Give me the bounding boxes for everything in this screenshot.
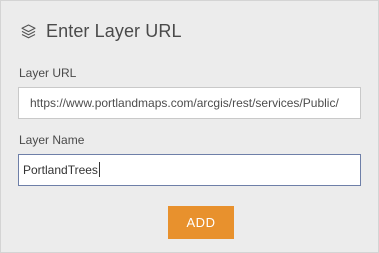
layer-name-input[interactable]: PortlandTrees bbox=[18, 154, 361, 186]
text-caret bbox=[98, 162, 100, 178]
layer-url-input[interactable]: https://www.portlandmaps.com/arcgis/rest… bbox=[18, 87, 361, 119]
dialog-title: Enter Layer URL bbox=[46, 20, 182, 41]
layer-url-value: https://www.portlandmaps.com/arcgis/rest… bbox=[30, 96, 339, 110]
panel-header: Enter Layer URL bbox=[20, 20, 182, 42]
add-layer-panel: Enter Layer URL Layer URL https://www.po… bbox=[0, 0, 379, 253]
layer-name-value: PortlandTrees bbox=[23, 163, 98, 177]
add-button[interactable]: ADD bbox=[168, 206, 234, 239]
layer-url-label: Layer URL bbox=[19, 66, 77, 80]
layer-name-label: Layer Name bbox=[19, 133, 85, 147]
layers-icon bbox=[20, 23, 37, 40]
